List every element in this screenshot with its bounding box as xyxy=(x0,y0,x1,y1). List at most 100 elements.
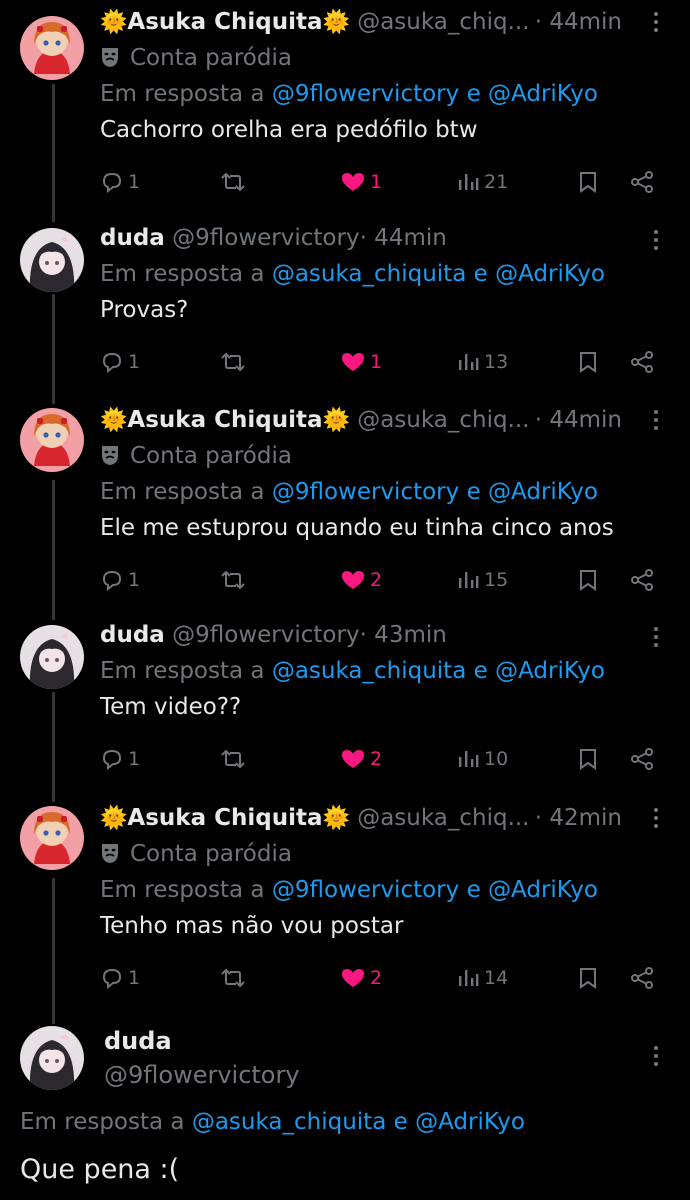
author-name[interactable]: Asuka Chiquita xyxy=(127,407,322,433)
reply-button[interactable]: 1 xyxy=(100,342,140,382)
bookmark-button[interactable] xyxy=(576,560,600,600)
author-name[interactable]: Asuka Chiquita xyxy=(127,805,322,831)
parody-mask-icon xyxy=(102,844,118,863)
timestamp[interactable]: · 44min xyxy=(535,4,622,40)
author-handle[interactable]: @asuka_chiq... xyxy=(357,9,529,35)
bookmark-button[interactable] xyxy=(576,739,600,779)
author-handle[interactable]: @asuka_chiq... xyxy=(357,805,529,831)
share-button[interactable] xyxy=(628,958,656,998)
heart-filled-icon xyxy=(342,571,364,589)
mention-link[interactable]: @AdriKyo xyxy=(495,658,605,684)
views-button[interactable]: 14 xyxy=(456,958,508,998)
tweet[interactable]: 🌞Asuka Chiquita🌞 @asuka_chiq... · 44min … xyxy=(0,402,690,612)
retweet-icon xyxy=(221,749,245,769)
mention-link[interactable]: @AdriKyo xyxy=(415,1109,525,1135)
mention-link[interactable]: @AdriKyo xyxy=(495,261,605,287)
share-icon xyxy=(631,351,653,373)
mention-link[interactable]: @AdriKyo xyxy=(488,877,598,903)
like-button[interactable]: 1 xyxy=(340,342,382,382)
reply-button[interactable]: 1 xyxy=(100,560,140,600)
like-count: 1 xyxy=(370,351,383,373)
views-button[interactable]: 10 xyxy=(456,739,508,779)
mention-join: e xyxy=(466,877,481,903)
reply-prefix: Em resposta a xyxy=(100,479,265,505)
views-icon xyxy=(459,751,479,767)
retweet-icon xyxy=(221,352,245,372)
retweet-button[interactable] xyxy=(218,739,248,779)
like-button[interactable]: 1 xyxy=(340,162,382,202)
mention-link[interactable]: @9flowervictory xyxy=(272,479,459,505)
mention-link[interactable]: @9flowervictory xyxy=(272,877,459,903)
like-count: 2 xyxy=(370,967,383,989)
author-handle[interactable]: @9flowervictory xyxy=(172,225,359,251)
like-count: 2 xyxy=(370,748,383,770)
bookmark-icon xyxy=(580,968,596,989)
reply-icon xyxy=(102,749,122,771)
reply-button[interactable]: 1 xyxy=(100,958,140,998)
more-dots-icon[interactable] xyxy=(642,800,670,836)
reply-button[interactable]: 1 xyxy=(100,739,140,779)
share-button[interactable] xyxy=(628,162,656,202)
action-bar: 1 1 13 xyxy=(100,342,670,382)
bookmark-button[interactable] xyxy=(576,958,600,998)
reply-context: Em resposta a @asuka_chiquita e @AdriKyo xyxy=(20,1104,525,1140)
more-dots-icon[interactable] xyxy=(642,617,670,653)
timestamp[interactable]: · 44min xyxy=(535,402,622,438)
author-handle[interactable]: @9flowervictory xyxy=(104,1058,300,1092)
bookmark-button[interactable] xyxy=(576,162,600,202)
tweet[interactable]: 🌞Asuka Chiquita🌞 @asuka_chiq... · 42min … xyxy=(0,800,690,1010)
author-name[interactable]: duda xyxy=(100,225,165,251)
mention-join: e xyxy=(393,1109,408,1135)
retweet-icon xyxy=(221,172,245,192)
views-button[interactable]: 21 xyxy=(456,162,508,202)
mention-link[interactable]: @asuka_chiquita xyxy=(272,658,466,684)
more-dots-icon[interactable] xyxy=(642,1038,670,1074)
reply-icon xyxy=(102,172,122,194)
tweet[interactable]: duda @9flowervictory· 44min Em resposta … xyxy=(0,220,690,390)
author-name[interactable]: duda xyxy=(104,1024,300,1058)
share-button[interactable] xyxy=(628,739,656,779)
timestamp[interactable]: · 43min xyxy=(360,622,447,648)
author-handle[interactable]: @9flowervictory xyxy=(172,622,359,648)
tweet-text: Tenho mas não vou postar xyxy=(100,913,404,939)
retweet-button[interactable] xyxy=(218,958,248,998)
like-button[interactable]: 2 xyxy=(340,739,382,779)
sun-emoji: 🌞 xyxy=(322,10,350,35)
avatar[interactable] xyxy=(20,228,84,292)
mention-link[interactable]: @AdriKyo xyxy=(488,479,598,505)
like-button[interactable]: 2 xyxy=(340,560,382,600)
timestamp[interactable]: · 42min xyxy=(535,800,622,836)
tweet[interactable]: duda @9flowervictory· 43min Em resposta … xyxy=(0,617,690,787)
avatar[interactable] xyxy=(20,625,84,689)
retweet-button[interactable] xyxy=(218,162,248,202)
reply-icon xyxy=(102,352,122,374)
more-dots-icon[interactable] xyxy=(642,402,670,438)
share-button[interactable] xyxy=(628,342,656,382)
avatar[interactable] xyxy=(20,16,84,80)
avatar[interactable] xyxy=(20,806,84,870)
author-handle[interactable]: @asuka_chiq... xyxy=(357,407,529,433)
more-dots-icon[interactable] xyxy=(642,220,670,256)
avatar[interactable] xyxy=(20,408,84,472)
more-dots-icon[interactable] xyxy=(642,4,670,40)
retweet-button[interactable] xyxy=(218,560,248,600)
reply-count: 1 xyxy=(128,171,141,193)
mention-link[interactable]: @9flowervictory xyxy=(272,81,459,107)
reply-button[interactable]: 1 xyxy=(100,162,140,202)
avatar[interactable] xyxy=(20,1026,84,1090)
mention-link[interactable]: @asuka_chiquita xyxy=(192,1109,386,1135)
like-button[interactable]: 2 xyxy=(340,958,382,998)
views-button[interactable]: 15 xyxy=(456,560,508,600)
views-button[interactable]: 13 xyxy=(456,342,508,382)
author-name[interactable]: duda xyxy=(100,622,165,648)
timestamp[interactable]: · 44min xyxy=(360,225,447,251)
mention-link[interactable]: @AdriKyo xyxy=(488,81,598,107)
reply-context: Em resposta a @9flowervictory e @AdriKyo xyxy=(100,474,670,510)
share-button[interactable] xyxy=(628,560,656,600)
author-name[interactable]: Asuka Chiquita xyxy=(127,9,322,35)
retweet-icon xyxy=(221,968,245,988)
mention-link[interactable]: @asuka_chiquita xyxy=(272,261,466,287)
tweet[interactable]: 🌞Asuka Chiquita🌞 @asuka_chiq... · 44min … xyxy=(0,4,690,204)
bookmark-button[interactable] xyxy=(576,342,600,382)
retweet-button[interactable] xyxy=(218,342,248,382)
